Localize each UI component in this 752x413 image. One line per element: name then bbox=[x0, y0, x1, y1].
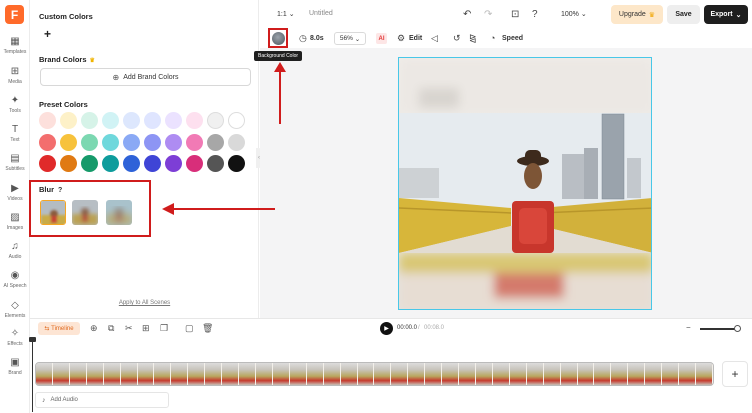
annotation-arrows bbox=[162, 62, 286, 215]
